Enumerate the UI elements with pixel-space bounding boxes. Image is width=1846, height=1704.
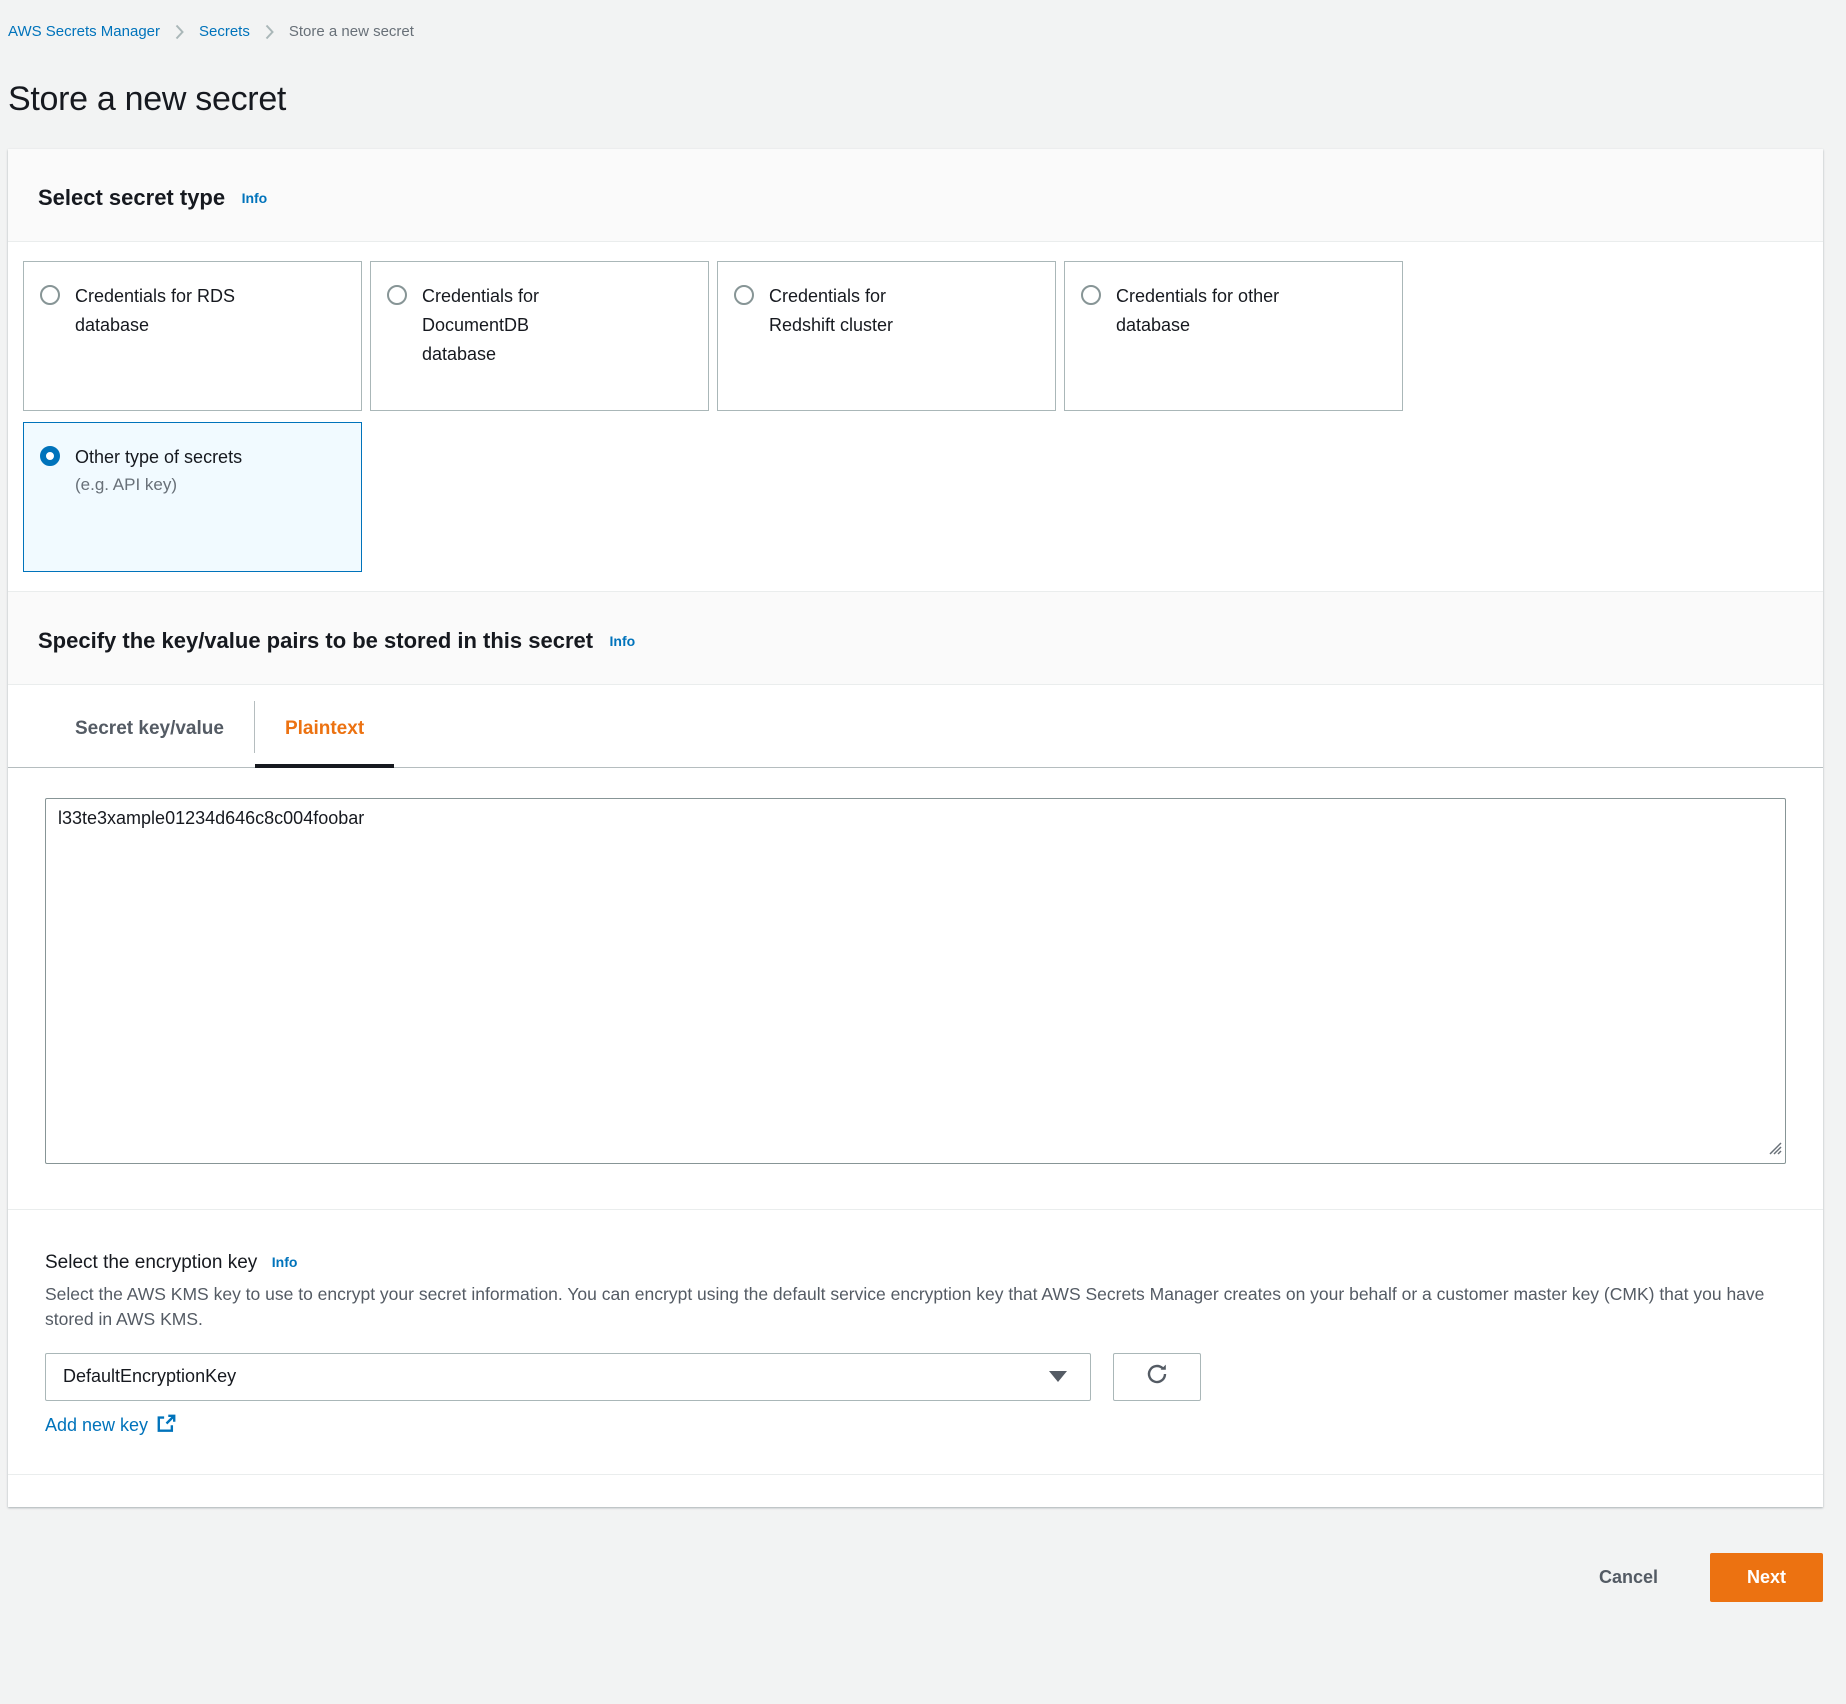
option-other-type-of-secrets[interactable]: Other type of secrets (e.g. API key) (23, 422, 362, 572)
breadcrumb-secrets[interactable]: Secrets (199, 23, 250, 40)
encryption-key-select[interactable]: DefaultEncryptionKey (45, 1353, 1091, 1401)
refresh-keys-button[interactable] (1113, 1353, 1201, 1401)
cancel-button[interactable]: Cancel (1593, 1566, 1664, 1589)
encryption-key-selected-value: DefaultEncryptionKey (63, 1366, 236, 1387)
store-secret-card: Select secret type Info Credentials for … (8, 149, 1823, 1507)
encryption-description: Select the AWS KMS key to use to encrypt… (45, 1282, 1786, 1333)
chevron-right-icon (265, 24, 274, 40)
next-button[interactable]: Next (1710, 1553, 1823, 1602)
encryption-key-title: Select the encryption key (45, 1252, 257, 1273)
option-label: Credentials for RDS database (75, 282, 235, 340)
add-new-key-label: Add new key (45, 1415, 148, 1436)
encryption-controls: DefaultEncryptionKey (45, 1353, 1786, 1401)
add-new-key-link[interactable]: Add new key (45, 1414, 176, 1438)
option-redshift-cluster[interactable]: Credentials for Redshift cluster (717, 261, 1056, 411)
keyvalue-tabs: Secret key/value Plaintext (8, 685, 1823, 768)
radio-unchecked-icon[interactable] (734, 285, 754, 305)
plaintext-secret-textarea[interactable]: l33te3xample01234d646c8c004foobar (45, 798, 1786, 1164)
chevron-right-icon (175, 24, 184, 40)
radio-checked-icon[interactable] (40, 446, 60, 466)
option-label: Other type of secrets (75, 447, 242, 467)
secret-type-options: Credentials for RDS database Credentials… (8, 242, 1823, 591)
breadcrumb: AWS Secrets Manager Secrets Store a new … (8, 0, 1823, 40)
external-link-icon (157, 1414, 176, 1438)
resize-handle-icon[interactable] (1766, 1139, 1782, 1160)
tab-secret-keyvalue[interactable]: Secret key/value (45, 685, 254, 767)
keyvalue-info-link[interactable]: Info (610, 633, 636, 649)
card-footer-strip (8, 1475, 1823, 1507)
encryption-info-link[interactable]: Info (272, 1254, 298, 1270)
radio-unchecked-icon[interactable] (40, 285, 60, 305)
secret-type-row-1: Credentials for RDS database Credentials… (23, 261, 1803, 411)
option-label: Credentials for DocumentDB database (422, 282, 539, 368)
keyvalue-title: Specify the key/value pairs to be stored… (38, 628, 593, 653)
breadcrumb-secrets-manager[interactable]: AWS Secrets Manager (8, 23, 160, 40)
page: AWS Secrets Manager Secrets Store a new … (0, 0, 1846, 1632)
option-sublabel: (e.g. API key) (75, 475, 177, 494)
wizard-actions: Cancel Next (8, 1553, 1823, 1602)
refresh-icon (1145, 1362, 1169, 1391)
page-title: Store a new secret (8, 80, 1823, 119)
secret-type-info-link[interactable]: Info (242, 190, 268, 206)
plaintext-panel: l33te3xample01234d646c8c004foobar (8, 768, 1823, 1209)
secret-type-row-2: Other type of secrets (e.g. API key) (23, 422, 1803, 572)
select-secret-type-header: Select secret type Info (8, 149, 1823, 242)
option-label: Credentials for Redshift cluster (769, 282, 893, 340)
caret-down-icon (1049, 1371, 1067, 1382)
tab-plaintext[interactable]: Plaintext (255, 685, 394, 767)
option-label: Credentials for other database (1116, 282, 1279, 340)
radio-unchecked-icon[interactable] (387, 285, 407, 305)
option-documentdb-database[interactable]: Credentials for DocumentDB database (370, 261, 709, 411)
select-secret-type-title: Select secret type (38, 185, 225, 210)
encryption-key-section: Select the encryption key Info Select th… (8, 1209, 1823, 1475)
option-rds-database[interactable]: Credentials for RDS database (23, 261, 362, 411)
radio-unchecked-icon[interactable] (1081, 285, 1101, 305)
keyvalue-header: Specify the key/value pairs to be stored… (8, 591, 1823, 685)
breadcrumb-current: Store a new secret (289, 23, 414, 40)
option-other-database[interactable]: Credentials for other database (1064, 261, 1403, 411)
